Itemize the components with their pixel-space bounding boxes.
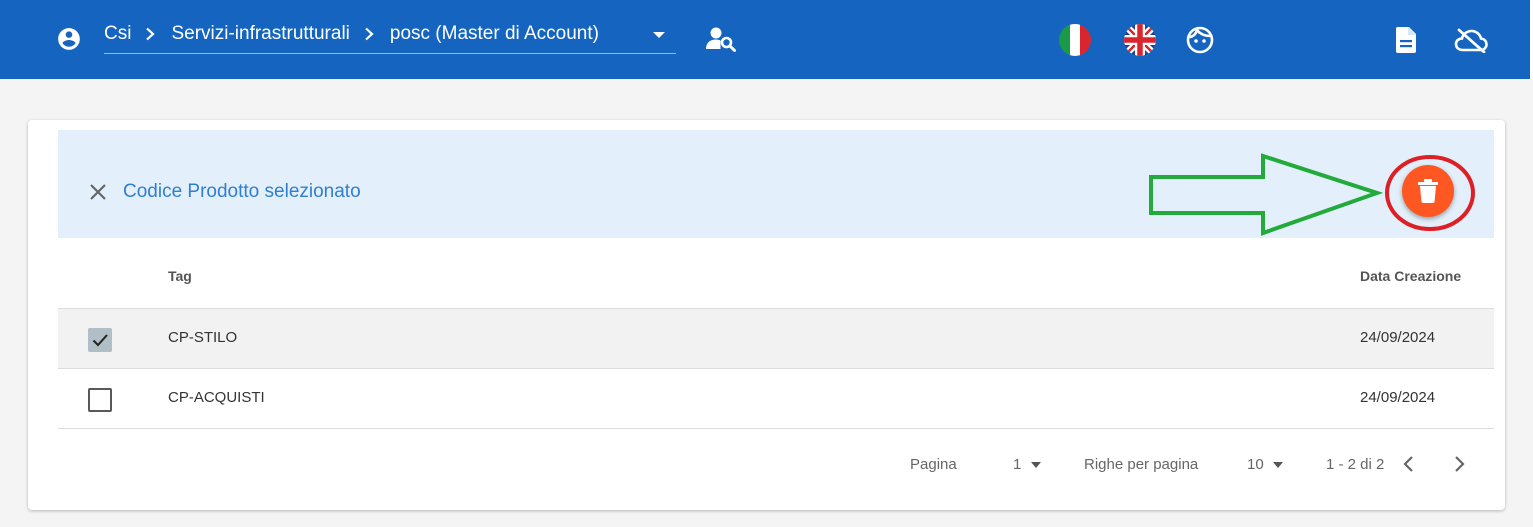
check-icon xyxy=(92,334,108,347)
italian-flag-icon[interactable] xyxy=(1059,24,1091,56)
page-select[interactable]: 1 xyxy=(1013,456,1021,474)
face-icon[interactable] xyxy=(1186,26,1214,54)
caret-down-icon[interactable] xyxy=(1030,461,1042,469)
cell-date: 24/09/2024 xyxy=(1360,389,1436,406)
circle-annotation xyxy=(1385,155,1475,231)
rows-per-page-label: Righe per pagina xyxy=(1084,456,1199,473)
arrow-annotation xyxy=(1149,153,1384,236)
cell-tag: CP-STILO xyxy=(168,329,238,346)
chevron-right-icon xyxy=(144,20,158,48)
page-label: Pagina xyxy=(910,456,957,473)
data-table-card: Codice Prodotto selezionato Tag Data Cre… xyxy=(28,120,1505,510)
close-icon[interactable] xyxy=(86,180,110,204)
cell-tag: CP-ACQUISTI xyxy=(168,389,265,406)
user-search-icon[interactable] xyxy=(706,26,736,52)
uk-flag-icon[interactable] xyxy=(1124,24,1156,56)
row-checkbox[interactable] xyxy=(88,388,112,412)
page-range: 1 - 2 di 2 xyxy=(1326,456,1385,473)
account-circle-icon[interactable] xyxy=(56,26,82,52)
breadcrumb-item[interactable]: posc (Master di Account) xyxy=(390,20,599,48)
divider xyxy=(58,428,1494,429)
cloud-off-icon[interactable] xyxy=(1454,27,1488,53)
column-header-date[interactable]: Data Creazione xyxy=(1360,267,1461,285)
chevron-right-icon xyxy=(363,20,377,48)
column-header-tag[interactable]: Tag xyxy=(168,267,192,285)
breadcrumb[interactable]: Csi Servizi-infrastrutturali posc (Maste… xyxy=(104,20,676,54)
row-checkbox[interactable] xyxy=(88,328,112,352)
document-icon[interactable] xyxy=(1394,26,1418,54)
rows-per-page-select[interactable]: 10 xyxy=(1247,456,1264,474)
chevron-left-icon[interactable] xyxy=(1400,454,1418,474)
breadcrumb-item[interactable]: Servizi-infrastrutturali xyxy=(171,20,349,48)
top-app-bar: Csi Servizi-infrastrutturali posc (Maste… xyxy=(0,0,1533,79)
caret-down-icon[interactable] xyxy=(652,30,666,40)
table-row[interactable]: CP-ACQUISTI 24/09/2024 xyxy=(58,369,1494,429)
breadcrumb-item[interactable]: Csi xyxy=(104,20,131,48)
chevron-right-icon[interactable] xyxy=(1450,454,1468,474)
selection-label: Codice Prodotto selezionato xyxy=(123,181,361,202)
caret-down-icon[interactable] xyxy=(1272,461,1284,469)
table-row[interactable]: CP-STILO 24/09/2024 xyxy=(58,309,1494,369)
cell-date: 24/09/2024 xyxy=(1360,329,1436,346)
